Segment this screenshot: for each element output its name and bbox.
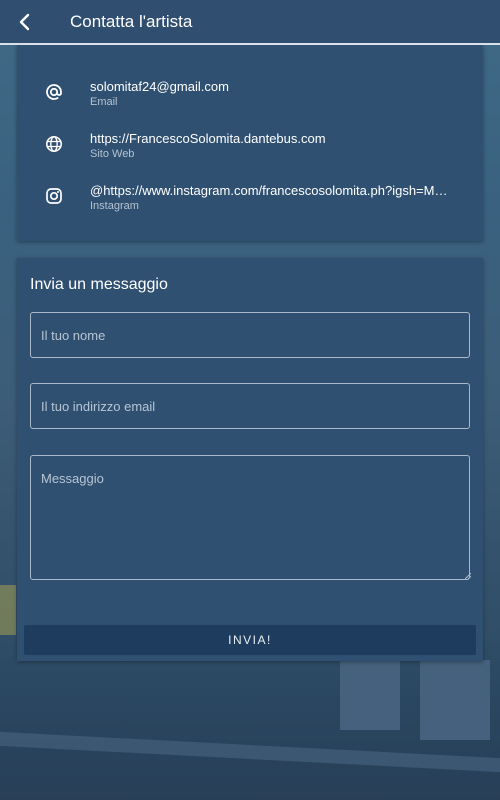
resize-grip-icon[interactable]	[465, 573, 471, 579]
page-title: Contatta l'artista	[70, 11, 193, 31]
chevron-left-icon	[19, 13, 30, 30]
background-detail	[0, 585, 16, 635]
email-input[interactable]	[30, 383, 470, 429]
back-button[interactable]	[0, 0, 50, 44]
send-button[interactable]: INVIA!	[24, 625, 476, 655]
background-building	[340, 650, 400, 730]
contact-instagram-row[interactable]: @https://www.instagram.com/francescosolo…	[17, 183, 483, 225]
contact-email-value: solomitaf24@gmail.com	[90, 79, 229, 94]
contact-instagram-value: @https://www.instagram.com/francescosolo…	[90, 183, 448, 198]
message-heading: Invia un messaggio	[30, 276, 168, 293]
contact-website-row[interactable]: https://FrancescoSolomita.dantebus.com S…	[17, 131, 483, 173]
message-textarea[interactable]	[30, 455, 470, 580]
screen: Contatta l'artista solomitaf24@gmail.com…	[0, 0, 500, 800]
contact-instagram-label: Instagram	[90, 200, 139, 212]
contact-website-value: https://FrancescoSolomita.dantebus.com	[90, 131, 326, 146]
at-icon	[43, 81, 65, 103]
contact-email-label: Email	[90, 96, 118, 108]
name-input[interactable]	[30, 312, 470, 358]
instagram-icon	[43, 185, 65, 207]
contact-email-row[interactable]: solomitaf24@gmail.com Email	[17, 79, 483, 121]
app-bar: Contatta l'artista	[0, 0, 500, 45]
contacts-card: solomitaf24@gmail.com Email https://Fran…	[17, 45, 483, 241]
contact-website-label: Sito Web	[90, 148, 135, 160]
globe-icon	[43, 133, 65, 155]
message-card: Invia un messaggio INVIA!	[17, 258, 483, 661]
background-building	[420, 660, 490, 740]
